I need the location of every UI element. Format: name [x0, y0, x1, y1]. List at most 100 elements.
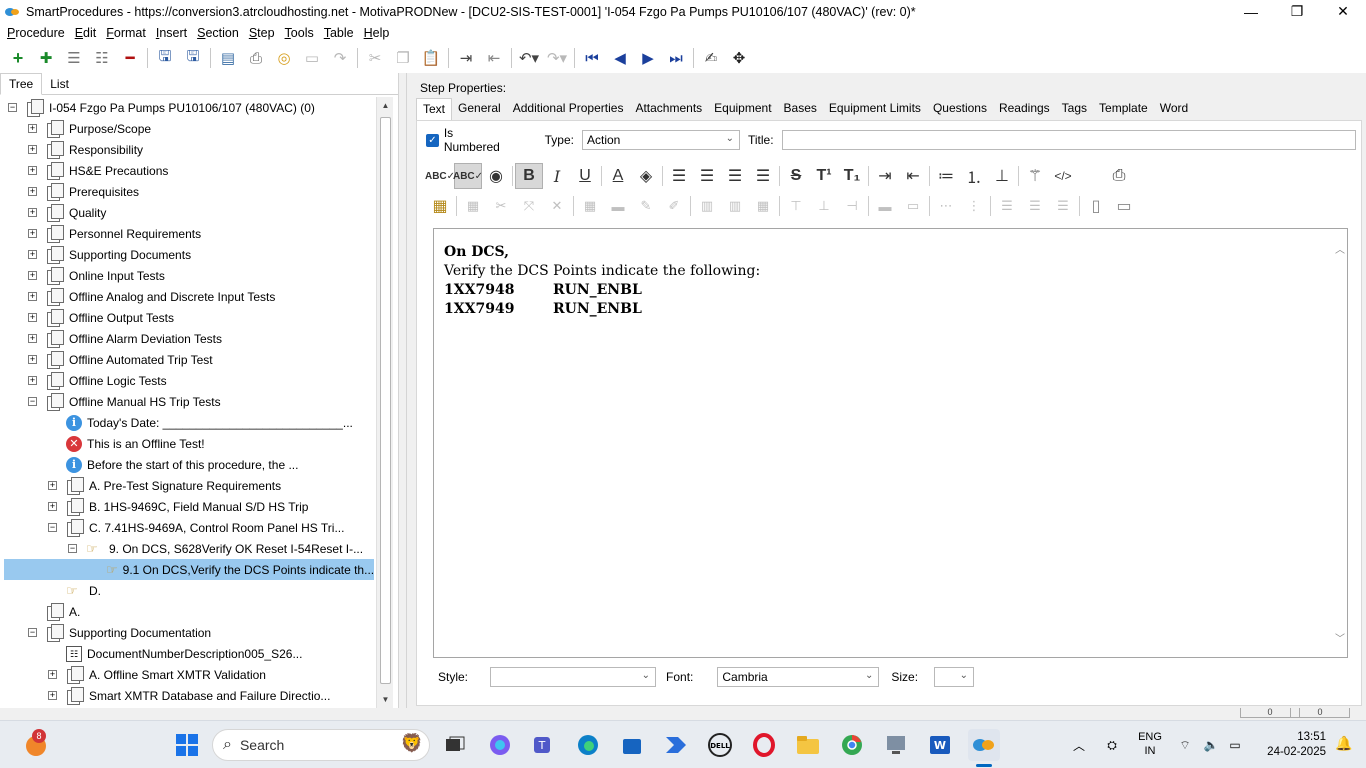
teams-icon[interactable]: T [528, 729, 560, 761]
remote-desktop-icon[interactable] [880, 729, 912, 761]
tree-node-section[interactable]: + Quality [28, 202, 106, 223]
collapse-icon[interactable]: − [68, 544, 77, 553]
wifi-icon[interactable]: ⌔ [1172, 729, 1198, 761]
tab-word[interactable]: Word [1154, 98, 1194, 120]
table-delete-icon[interactable]: ✕ [543, 193, 571, 219]
preview-icon[interactable]: ▤ [214, 45, 242, 71]
expand-icon[interactable]: + [28, 229, 37, 238]
word-icon[interactable]: W [924, 729, 956, 761]
taskbar-search[interactable]: ⌕ Search 🦁 [212, 729, 430, 761]
italic-icon[interactable]: I [543, 163, 571, 189]
size-select[interactable]: ⌄ [934, 667, 975, 687]
store-icon[interactable] [616, 729, 648, 761]
minimize-button[interactable]: — [1228, 0, 1274, 23]
collapse-icon[interactable]: − [8, 103, 17, 112]
tab-tags[interactable]: Tags [1056, 98, 1093, 120]
superscript-icon[interactable]: T¹ [810, 163, 838, 189]
expand-icon[interactable]: + [28, 250, 37, 259]
add-child-icon[interactable]: ✚ [32, 45, 60, 71]
tab-text[interactable]: Text [416, 98, 453, 120]
chevron-up-icon[interactable]: ︿ [1064, 729, 1094, 761]
table-edit-icon[interactable]: ▦ [459, 193, 487, 219]
spell-icon[interactable]: ✍ [697, 45, 725, 71]
menu-insert[interactable]: Insert [153, 26, 194, 40]
tab-equipment[interactable]: Equipment [708, 98, 777, 120]
tab-general[interactable]: General [452, 98, 507, 120]
copilot-icon[interactable] [484, 729, 516, 761]
tree-node-section[interactable]: + Offline Logic Tests [28, 370, 167, 391]
battery-icon[interactable]: ▭ [1222, 729, 1248, 761]
table-height-icon[interactable]: ⋮ [960, 193, 988, 219]
tab-tree[interactable]: Tree [0, 73, 43, 95]
chevron-down-icon[interactable]: ﹀ [1335, 630, 1345, 645]
tree-node-subsection[interactable]: + A. Pre-Test Signature Requirements [48, 475, 281, 496]
print-icon[interactable]: ⎙ [242, 45, 270, 71]
tree-node-section-expanded[interactable]: − Supporting Documentation [28, 622, 211, 643]
notifications-icon[interactable]: 🔔 [1334, 735, 1354, 755]
numbered-list-icon[interactable]: ⒈ [960, 163, 988, 189]
last-icon[interactable]: ⏭ [662, 45, 690, 71]
dictionary-icon[interactable]: ◉ [482, 163, 510, 189]
tree-node-info[interactable]: i Today's Date: _________________________… [66, 412, 353, 433]
expand-icon[interactable]: + [28, 292, 37, 301]
move-icon[interactable]: ✥ [725, 45, 753, 71]
tree-node-root[interactable]: − I-054 Fzgo Pa Pumps PU10106/107 (480VA… [8, 97, 315, 118]
tree-node-section[interactable]: + Responsibility [28, 139, 143, 160]
tree-node-step[interactable]: − ☞ 9. On DCS, S628Verify OK Reset I-54Res… [68, 538, 363, 559]
align-right-icon[interactable]: ☰ [721, 163, 749, 189]
save-all-icon[interactable]: 🖫 [151, 45, 179, 71]
opera-icon[interactable] [748, 729, 780, 761]
tree-node-subsection[interactable]: + B. 1HS-9469C, Field Manual S/D HS Trip [48, 496, 308, 517]
align-bottom-icon[interactable]: ☰ [1049, 193, 1077, 219]
menu-step[interactable]: Step [246, 26, 282, 40]
copy-icon[interactable]: ❐ [389, 45, 417, 71]
refresh-icon[interactable]: ◎ [270, 45, 298, 71]
panel-splitter[interactable] [398, 73, 407, 708]
subscript-icon[interactable]: T₁ [838, 163, 866, 189]
tree-node-info[interactable]: i Before the start of this procedure, the… [66, 454, 298, 475]
tree-node-section[interactable]: + Offline Output Tests [28, 307, 174, 328]
align-middle-icon[interactable]: ☰ [1021, 193, 1049, 219]
underline-icon[interactable]: U [571, 163, 599, 189]
tree-node-section[interactable]: A. [46, 601, 80, 622]
chrome-icon[interactable] [836, 729, 868, 761]
tab-bases[interactable]: Bases [778, 98, 823, 120]
expand-icon[interactable]: + [28, 271, 37, 280]
menu-procedure[interactable]: Procedure [4, 26, 72, 40]
file-explorer-icon[interactable] [792, 729, 824, 761]
list-icon[interactable]: ☰ [60, 45, 88, 71]
align-left-icon[interactable]: ☰ [665, 163, 693, 189]
expand-icon[interactable]: + [48, 481, 57, 490]
bold-icon[interactable]: B [515, 163, 543, 189]
tree-node-section[interactable]: + HS&E Precautions [28, 160, 168, 181]
tab-attachments[interactable]: Attachments [629, 98, 708, 120]
title-input[interactable] [781, 130, 1356, 150]
magic-wand-icon[interactable]: ⚚ [1021, 163, 1049, 189]
expand-icon[interactable]: + [48, 670, 57, 679]
edge-icon[interactable] [572, 729, 604, 761]
tree-node-subsection[interactable]: + A. Offline Smart XMTR Validation [48, 664, 266, 685]
cell-props-icon[interactable]: ▦ [576, 193, 604, 219]
tree-node-section[interactable]: + Offline Alarm Deviation Tests [28, 328, 222, 349]
is-numbered-checkbox[interactable]: ✓ [426, 133, 439, 147]
tab-questions[interactable]: Questions [927, 98, 993, 120]
previous-icon[interactable]: ◀ [606, 45, 634, 71]
clock[interactable]: 13:51 24-02-2025 [1252, 730, 1326, 760]
merge-cells-icon[interactable]: ▬ [871, 193, 899, 219]
expand-icon[interactable]: + [48, 691, 57, 700]
align-top-icon[interactable]: ☰ [993, 193, 1021, 219]
expand-icon[interactable]: + [28, 208, 37, 217]
maximize-button[interactable]: ❐ [1274, 0, 1320, 23]
expand-icon[interactable]: + [28, 145, 37, 154]
print-preview-icon[interactable]: ⎙ [1105, 163, 1133, 189]
expand-icon[interactable]: + [28, 355, 37, 364]
split-cells-icon[interactable]: ▭ [899, 193, 927, 219]
bullet-list-icon[interactable]: ≔ [932, 163, 960, 189]
cell-border-icon[interactable]: ▬ [604, 193, 632, 219]
insert-line-icon[interactable]: ⊥ [988, 163, 1016, 189]
paste-icon[interactable]: 📋 [417, 45, 445, 71]
list-alt-icon[interactable]: ☷ [88, 45, 116, 71]
task-view-icon[interactable] [439, 729, 471, 761]
chevron-up-icon[interactable]: ︿ [1335, 241, 1345, 256]
outdent-icon[interactable]: ⇤ [480, 45, 508, 71]
